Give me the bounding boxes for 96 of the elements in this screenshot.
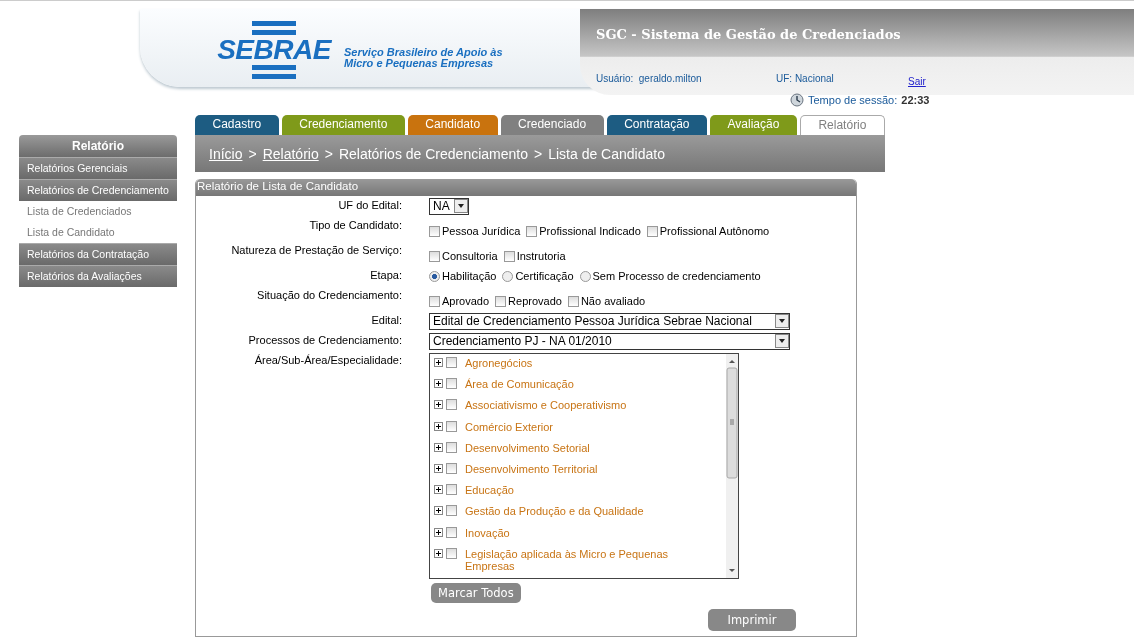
tree-item-label[interactable]: Comércio Exterior bbox=[465, 420, 554, 433]
tree-item-label[interactable]: Agronegócios bbox=[465, 357, 533, 369]
sidebar-item[interactable]: Relatórios da Contratação bbox=[19, 243, 177, 265]
expand-icon[interactable] bbox=[434, 358, 443, 367]
option-label: Aprovado bbox=[442, 295, 490, 307]
radio-button[interactable] bbox=[502, 270, 514, 282]
checkbox[interactable] bbox=[526, 225, 538, 237]
nav-tab[interactable]: Cadastro bbox=[195, 115, 279, 135]
checkbox[interactable] bbox=[446, 420, 457, 432]
mark-all-button[interactable]: Marcar Todos bbox=[431, 583, 521, 603]
checkbox[interactable] bbox=[446, 505, 457, 517]
checkbox[interactable] bbox=[429, 225, 440, 237]
clock-icon bbox=[790, 93, 804, 107]
checkbox[interactable] bbox=[429, 250, 440, 262]
logo-wordmark: SEBRAE bbox=[217, 35, 331, 65]
breadcrumb-separator: > bbox=[324, 145, 333, 162]
breadcrumb-separator: > bbox=[534, 145, 543, 162]
tree-item-label[interactable]: Desenvolvimento Setorial bbox=[465, 441, 590, 454]
field-label: Natureza de Prestação de Serviço: bbox=[230, 243, 402, 258]
checkbox[interactable] bbox=[495, 295, 507, 307]
field-label: Tipo de Candidato: bbox=[308, 218, 402, 233]
checkbox[interactable] bbox=[429, 295, 440, 307]
nav-tab[interactable]: Relatório bbox=[799, 115, 885, 135]
option-label: Instrutoria bbox=[516, 250, 566, 262]
option-label: Sem Processo de credenciamento bbox=[592, 270, 761, 282]
sidebar-item[interactable]: Relatórios Gerenciais bbox=[19, 157, 177, 179]
field-label: Processos de Credenciamento: bbox=[247, 333, 402, 348]
checkbox[interactable] bbox=[503, 250, 515, 262]
tree-item-label[interactable]: Área de Comunicação bbox=[465, 378, 574, 391]
field-label: Etapa: bbox=[369, 268, 402, 283]
expand-icon[interactable] bbox=[434, 379, 443, 389]
dropdown[interactable]: Credenciamento PJ - NA 01/2010 bbox=[429, 332, 790, 350]
expand-icon[interactable] bbox=[434, 442, 443, 452]
breadcrumb-separator: > bbox=[248, 145, 257, 162]
breadcrumb-text: Relatórios de Credenciamento bbox=[338, 145, 528, 162]
option-label: Profissional Indicado bbox=[539, 225, 641, 237]
checkbox[interactable] bbox=[446, 526, 457, 538]
checkbox[interactable] bbox=[446, 547, 457, 559]
expand-icon[interactable] bbox=[434, 421, 443, 431]
nav-tab[interactable]: Contratação bbox=[606, 115, 708, 135]
expand-icon[interactable] bbox=[434, 463, 443, 473]
tree-item-label[interactable]: Desenvolvimento Territorial bbox=[465, 462, 598, 475]
option-label: Consultoria bbox=[442, 250, 498, 262]
dropdown[interactable]: Edital de Credenciamento Pessoa Jurídica Sebrae Nacional bbox=[429, 312, 790, 330]
checkbox[interactable] bbox=[446, 484, 457, 496]
field-label: Situação do Credenciamento: bbox=[256, 288, 402, 303]
nav-tab[interactable]: Credenciamento bbox=[281, 115, 405, 135]
field-label: UF do Edital: bbox=[337, 198, 402, 213]
session-label: Tempo de sessão: bbox=[808, 94, 898, 106]
breadcrumb-text: Lista de Candidato bbox=[548, 145, 665, 162]
expand-icon[interactable] bbox=[434, 400, 443, 410]
option-label: Reprovado bbox=[508, 295, 562, 307]
expand-icon[interactable] bbox=[434, 527, 443, 537]
nav-tab[interactable]: Credenciado bbox=[500, 115, 604, 135]
breadcrumb-link[interactable]: Relatório bbox=[262, 145, 319, 162]
sidebar-title: Relatório bbox=[19, 135, 177, 157]
nav-tab[interactable]: Candidato bbox=[407, 115, 498, 135]
option-label: Profissional Autônomo bbox=[659, 225, 770, 237]
uf-info: UF: Nacional bbox=[776, 73, 835, 86]
dropdown[interactable]: NA bbox=[429, 197, 469, 215]
field-label: Área/Sub-Área/Especialidade: bbox=[253, 353, 402, 368]
session-time: 22:33 bbox=[901, 94, 930, 106]
expand-icon[interactable] bbox=[434, 485, 443, 495]
logo-stripes-icon bbox=[252, 21, 296, 35]
logo-tagline: Serviço Brasileiro de Apoio às Micro e Pequenas Empresas bbox=[344, 47, 504, 69]
logout-link[interactable]: Sair bbox=[908, 76, 926, 87]
option-label: Pessoa Jurídica bbox=[442, 225, 521, 237]
checkbox[interactable] bbox=[446, 357, 457, 368]
option-label: Não avaliado bbox=[580, 295, 646, 307]
sidebar-item[interactable]: Relatórios de Credenciamento bbox=[19, 179, 177, 201]
expand-icon[interactable] bbox=[434, 548, 443, 558]
checkbox[interactable] bbox=[446, 441, 457, 453]
breadcrumb-link[interactable]: Início bbox=[209, 145, 243, 162]
print-button[interactable]: Imprimir bbox=[708, 609, 796, 631]
checkbox[interactable] bbox=[567, 295, 579, 307]
sidebar-item[interactable]: Relatórios da Avaliações bbox=[19, 265, 177, 287]
option-label: Habilitação bbox=[442, 270, 497, 282]
checkbox[interactable] bbox=[446, 399, 457, 411]
field-label: Edital: bbox=[370, 313, 402, 328]
checkbox[interactable] bbox=[646, 225, 658, 237]
expand-icon[interactable] bbox=[434, 506, 443, 516]
radio-button[interactable] bbox=[429, 270, 440, 282]
tree-item-label[interactable]: Gestão da Produção e da Qualidade bbox=[465, 505, 644, 518]
checkbox[interactable] bbox=[446, 378, 457, 390]
tree-item-label[interactable]: Inovação bbox=[465, 526, 510, 539]
system-title: SGC - Sistema de Gestão de Credenciados bbox=[596, 27, 901, 42]
user-info: Usuário: geraldo.milton bbox=[596, 73, 703, 86]
logo-stripes-icon bbox=[252, 65, 296, 79]
tree-item-label[interactable]: Legislação aplicada às Micro e Pequenas Empresas bbox=[465, 547, 695, 572]
tree-item-label[interactable]: Educação bbox=[465, 484, 514, 497]
tree-item-label[interactable]: Associativismo e Cooperativismo bbox=[465, 399, 627, 412]
radio-button[interactable] bbox=[579, 270, 591, 282]
checkbox[interactable] bbox=[446, 462, 457, 474]
nav-tab[interactable]: Avaliação bbox=[710, 115, 797, 135]
option-label: Certificação bbox=[515, 270, 574, 282]
panel-title: Relatório de Lista de Candidato bbox=[196, 179, 856, 196]
